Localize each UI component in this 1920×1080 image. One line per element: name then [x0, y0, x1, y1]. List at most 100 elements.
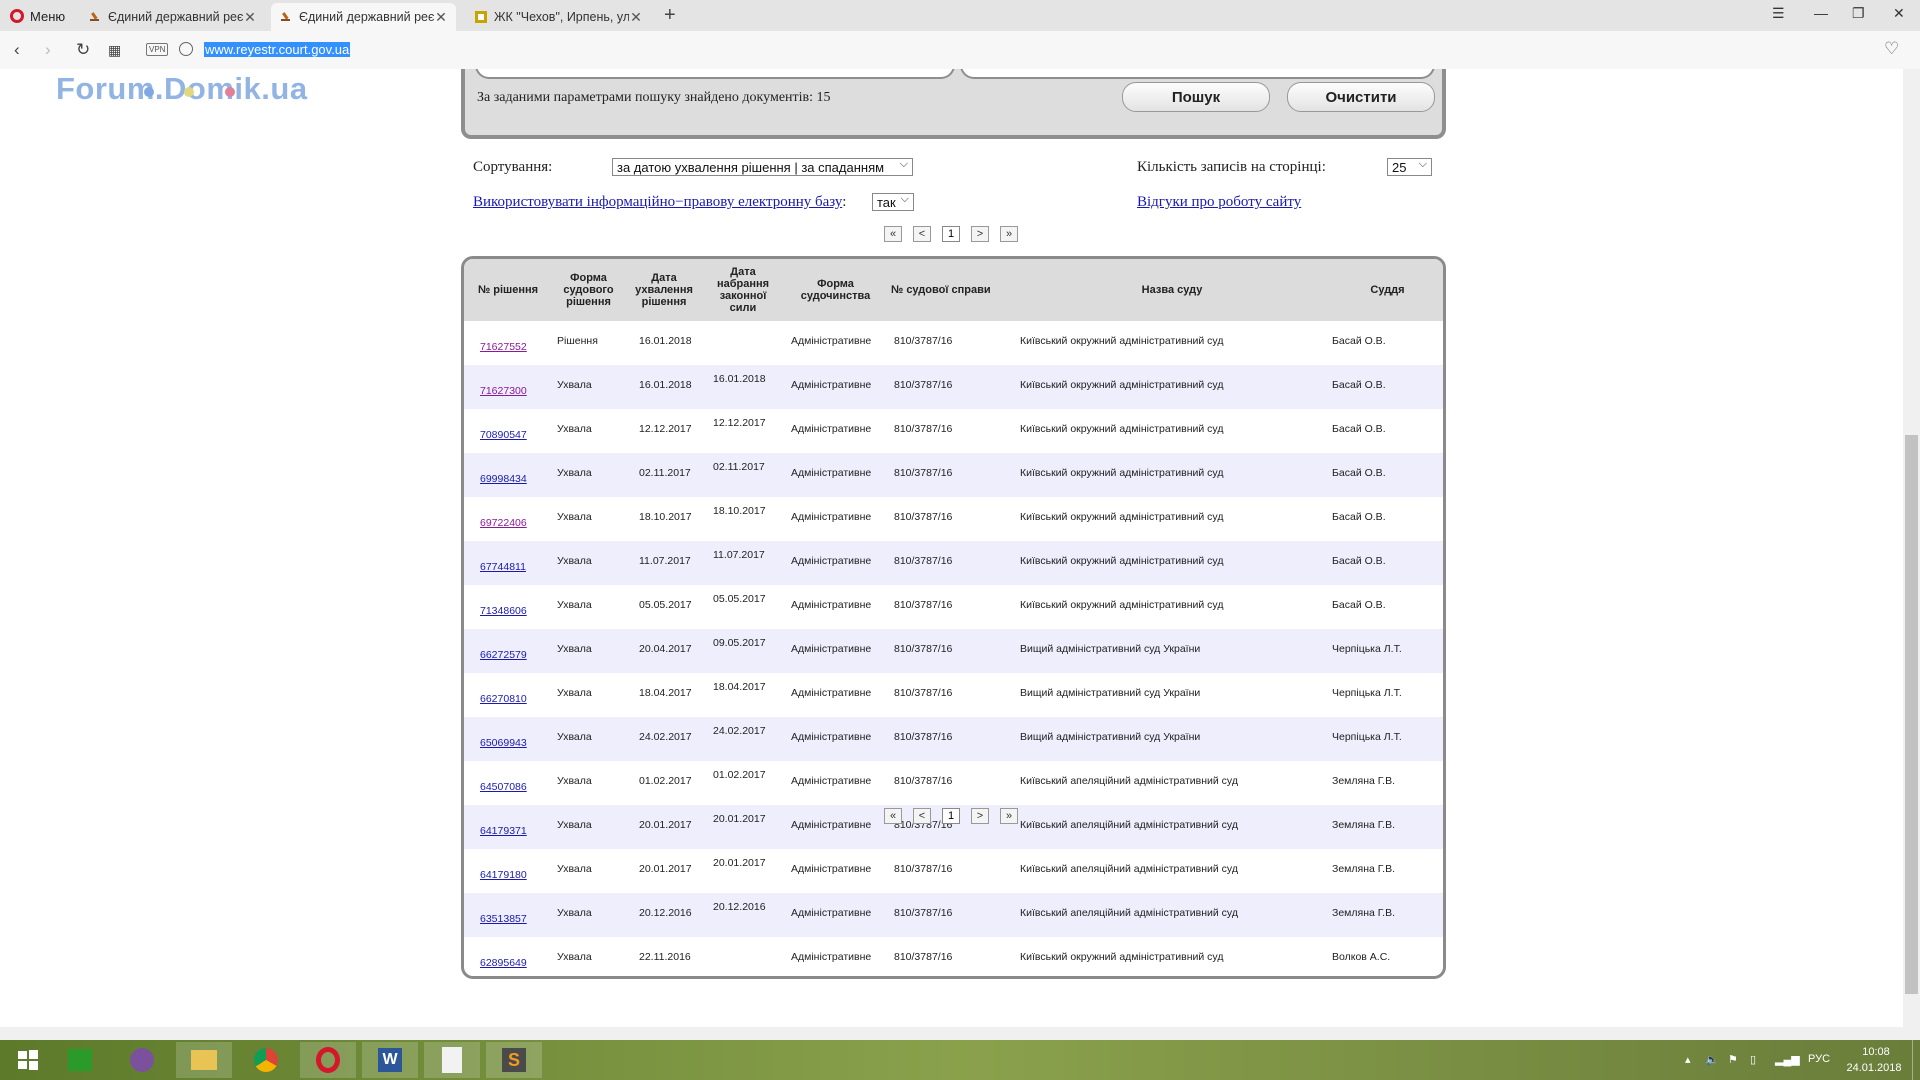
legal-force-date-text: 18.10.2017	[713, 505, 766, 517]
windows-logo-icon	[18, 1050, 38, 1070]
decision-link[interactable]: 71627552	[480, 321, 552, 353]
pager-prev[interactable]: <	[913, 808, 931, 824]
sort-select[interactable]: за датою ухвалення рішення | за спадання…	[612, 158, 913, 176]
legal-force-date-text	[713, 937, 783, 945]
pager-page[interactable]: 1	[942, 226, 960, 242]
decision-link[interactable]: 69998434	[480, 453, 552, 485]
column-header[interactable]: Дата набрання законної сили	[703, 259, 783, 321]
browser-tab[interactable]: ЖК "Чехов", Ирпень, ул. ✕	[466, 3, 651, 31]
column-header[interactable]: Форма судового рішення	[552, 259, 625, 321]
decision-link[interactable]: 69722406	[480, 497, 552, 529]
flag-icon[interactable]: ⚑	[1728, 1053, 1738, 1066]
table-row: 65069943 Ухвала 24.02.2017 24.02.2017 Адміні…	[464, 717, 1443, 761]
show-desktop-button[interactable]	[1912, 1040, 1920, 1080]
close-window-icon[interactable]: ✕	[1893, 5, 1905, 22]
decision-link[interactable]: 63513857	[480, 893, 552, 925]
judge-cell: Басай О.В.	[1332, 585, 1443, 629]
sort-select-value: за датою ухвалення рішення | за спадання…	[617, 160, 885, 175]
browser-tab[interactable]: Єдиний державний реєст ✕	[80, 3, 265, 31]
minimize-icon[interactable]: —	[1814, 5, 1828, 21]
new-tab-icon[interactable]: +	[664, 4, 676, 27]
clock-date[interactable]: 24.01.2018	[1846, 1062, 1902, 1074]
clock-time[interactable]: 10:08	[1856, 1046, 1896, 1058]
pager-last[interactable]: »	[1000, 226, 1018, 242]
search-field-left[interactable]	[475, 69, 955, 79]
pager-next[interactable]: >	[971, 226, 989, 242]
decision-link[interactable]: 71348606	[480, 585, 552, 617]
decision-link[interactable]: 66272579	[480, 629, 552, 661]
url-field[interactable]: www.reyestr.court.gov.ua	[204, 42, 351, 57]
start-windows-icon[interactable]	[0, 1042, 56, 1078]
close-tab-icon[interactable]: ✕	[629, 9, 643, 26]
decision-date-cell: 11.07.2017	[625, 541, 703, 585]
column-header[interactable]: Суддя	[1332, 259, 1443, 321]
tab-menu-icon[interactable]: ☰	[1772, 5, 1785, 22]
search-field-right[interactable]	[960, 69, 1435, 79]
network-icon[interactable]: ▂▄▆	[1775, 1053, 1800, 1066]
language-indicator[interactable]: РУС	[1808, 1053, 1830, 1065]
decision-link[interactable]: 65069943	[480, 717, 552, 749]
scrollbar-thumb[interactable]	[1905, 435, 1918, 994]
store-icon[interactable]	[52, 1042, 108, 1078]
decision-link[interactable]: 71627300	[480, 365, 552, 397]
per-page-select[interactable]: 25 ⌵	[1387, 158, 1432, 176]
vertical-scrollbar[interactable]	[1903, 69, 1920, 1027]
browser-menu-button[interactable]: Меню	[10, 6, 65, 26]
legal-force-date-cell: 11.07.2017	[703, 541, 783, 585]
restore-icon[interactable]: ❐	[1852, 5, 1865, 22]
decision-link[interactable]: 67744811	[480, 541, 552, 573]
search-button[interactable]: Пошук	[1122, 82, 1270, 112]
use-base-link[interactable]: Використовувати інформаційно−правову еле…	[473, 194, 842, 210]
proceeding-form-cell: Адміністративне	[783, 673, 888, 717]
decision-form-text: Ухвала	[557, 775, 592, 787]
clear-button[interactable]: Очистити	[1287, 82, 1435, 112]
close-tab-icon[interactable]: ✕	[434, 9, 448, 26]
tray-up-arrow-icon[interactable]: ▴	[1685, 1053, 1691, 1066]
opera-taskbar-icon[interactable]	[300, 1042, 356, 1078]
decision-link[interactable]: 64507086	[480, 761, 552, 793]
chrome-icon[interactable]	[238, 1042, 294, 1078]
decision-date-cell: 01.02.2017	[625, 761, 703, 805]
forward-icon[interactable]: ›	[45, 40, 51, 60]
bookmark-heart-icon[interactable]: ♡	[1884, 39, 1899, 59]
column-header[interactable]: № рішення	[464, 259, 552, 321]
feedback-link[interactable]: Відгуки про роботу сайту	[1137, 194, 1301, 211]
reload-icon[interactable]: ↻	[76, 40, 90, 60]
decision-link[interactable]: 70890547	[480, 409, 552, 441]
notepad-icon[interactable]	[424, 1042, 480, 1078]
back-icon[interactable]: ‹	[14, 40, 20, 60]
pager-next[interactable]: >	[971, 808, 989, 824]
decision-link[interactable]: 64179371	[480, 805, 552, 837]
case-number-cell: 810/3787/16	[888, 673, 1012, 717]
file-explorer-icon[interactable]	[176, 1042, 232, 1078]
battery-icon[interactable]: ▯	[1750, 1053, 1756, 1066]
speed-dial-icon[interactable]: ▦	[108, 42, 121, 59]
sublime-icon[interactable]: S	[486, 1042, 542, 1078]
use-base-select[interactable]: так ⌵	[872, 193, 914, 211]
pager-first[interactable]: «	[884, 226, 902, 242]
legal-force-date-text: 20.01.2017	[713, 857, 766, 869]
legal-force-date-text: 01.02.2017	[713, 769, 766, 781]
court-name-cell: Київський окружний адміністративний суд	[1012, 541, 1332, 585]
court-name-cell: Вищий адміністративний суд України	[1012, 673, 1332, 717]
horizontal-scrollbar[interactable]	[0, 1027, 1920, 1040]
browser-tab-active[interactable]: Єдиний державний реєст ✕	[271, 3, 456, 31]
column-header[interactable]: Дата ухвалення рішення	[625, 259, 703, 321]
volume-icon[interactable]: 🔈	[1705, 1053, 1719, 1066]
judge-cell: Басай О.В.	[1332, 321, 1443, 365]
decision-link[interactable]: 62895649	[480, 937, 552, 969]
column-header[interactable]: Назва суду	[1012, 259, 1332, 321]
viber-icon[interactable]	[114, 1042, 170, 1078]
word-icon[interactable]: W	[362, 1042, 418, 1078]
pager-prev[interactable]: <	[913, 226, 931, 242]
column-header[interactable]: Форма судочинства	[783, 259, 888, 321]
decision-link[interactable]: 64179180	[480, 849, 552, 881]
vpn-badge[interactable]: VPN	[146, 43, 169, 56]
pager-first[interactable]: «	[884, 808, 902, 824]
column-header[interactable]: № судової справи	[888, 259, 1012, 321]
pager-last[interactable]: »	[1000, 808, 1018, 824]
close-tab-icon[interactable]: ✕	[243, 9, 257, 26]
site-favicon-icon	[475, 11, 487, 23]
decision-link[interactable]: 66270810	[480, 673, 552, 705]
pager-page[interactable]: 1	[942, 808, 960, 824]
